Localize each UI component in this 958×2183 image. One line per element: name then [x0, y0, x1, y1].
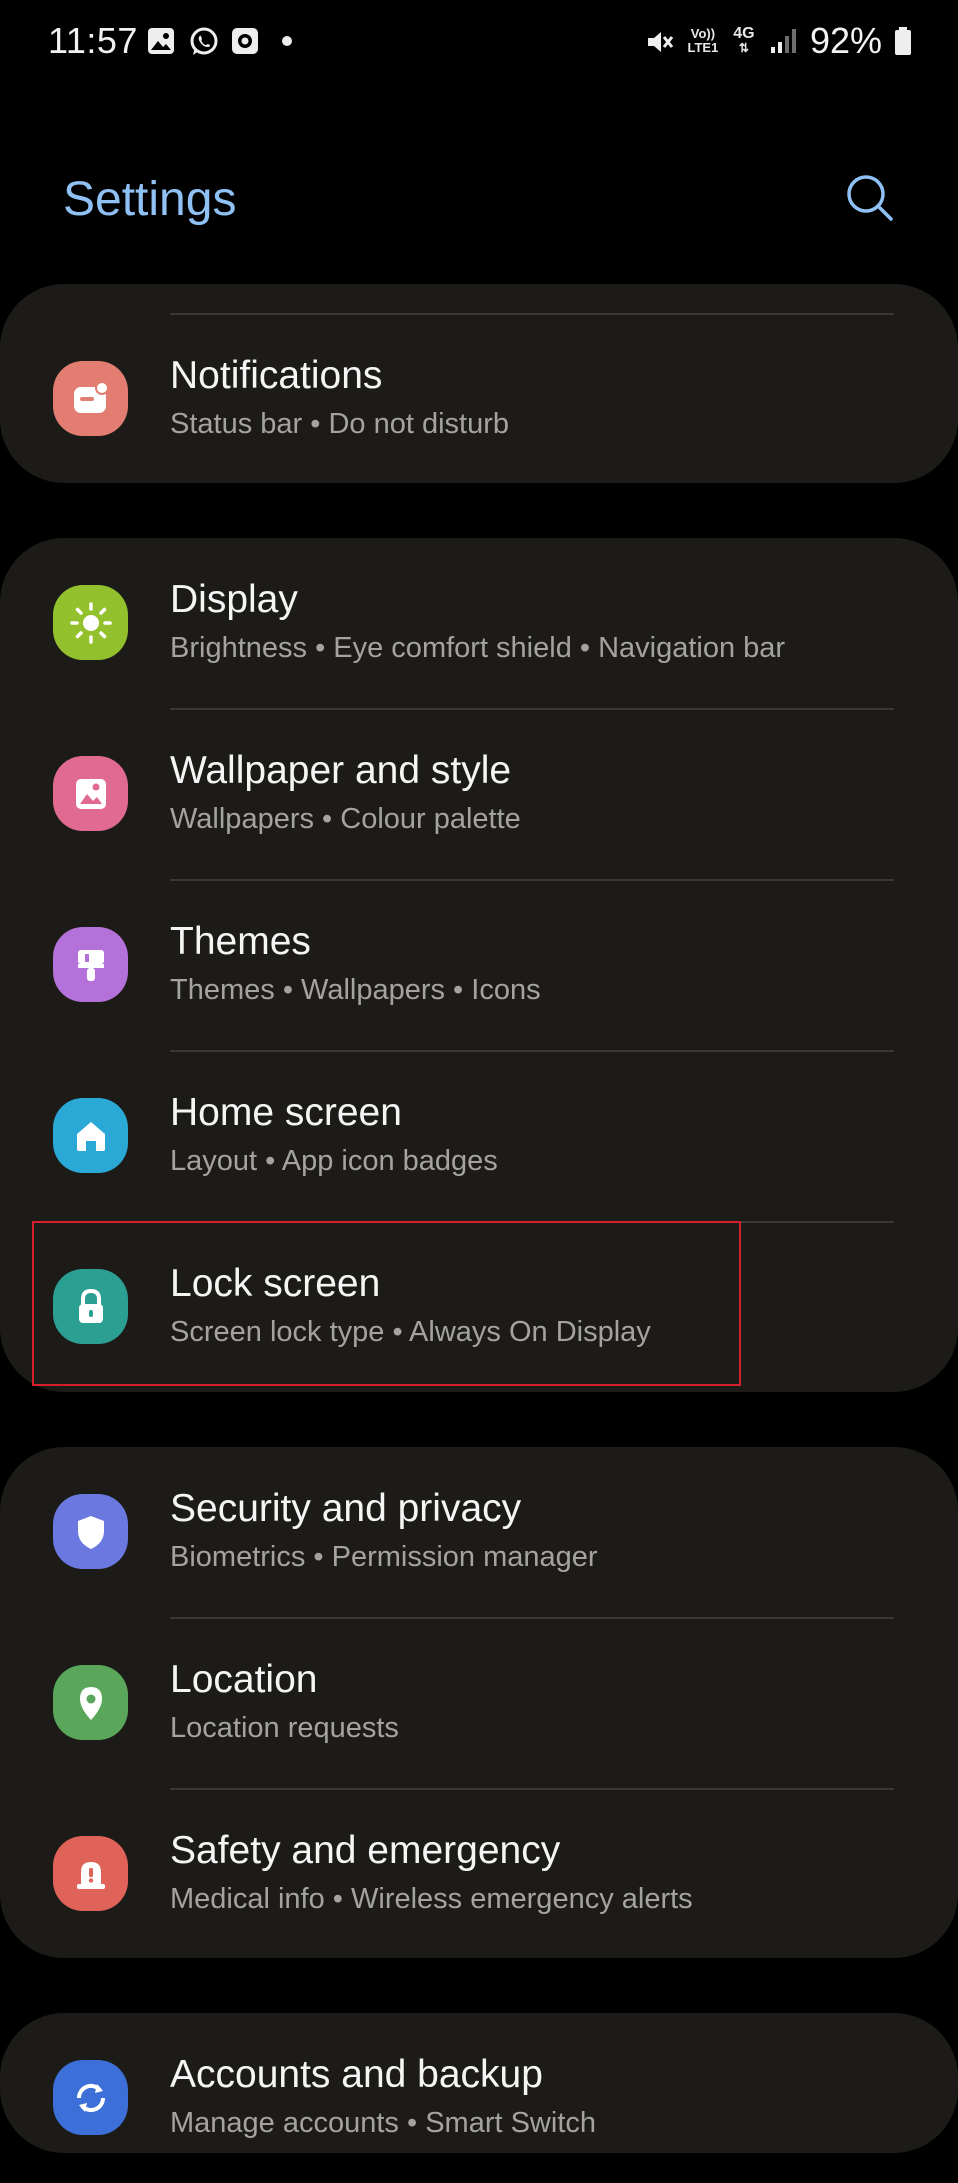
highlight-box [32, 1221, 741, 1386]
system-status-icons: Vo)) LTE1 4G ⇅ 92% [644, 20, 912, 62]
settings-item-security[interactable]: Security and privacy Biometrics • Permis… [0, 1447, 958, 1617]
gallery-icon [146, 26, 176, 56]
item-title: Home screen [170, 1091, 402, 1134]
settings-item-accounts[interactable]: Accounts and backup Manage accounts • Sm… [0, 2013, 958, 2183]
notifications-icon [53, 361, 128, 436]
settings-item-display[interactable]: Display Brightness • Eye comfort shield … [0, 538, 958, 708]
item-title: Notifications [170, 354, 383, 397]
notification-icons [146, 26, 302, 56]
settings-card-1: Notifications Status bar • Do not distur… [0, 284, 958, 483]
item-title: Display [170, 578, 298, 621]
search-icon [847, 175, 893, 221]
home-icon [53, 1098, 128, 1173]
brightness-icon [53, 585, 128, 660]
signal-icon [768, 26, 798, 56]
whatsapp-icon [188, 26, 218, 56]
battery-percent: 92% [809, 20, 882, 61]
wallpaper-icon [53, 756, 128, 831]
item-subtitle: Brightness • Eye comfort shield • Naviga… [170, 632, 786, 664]
item-title: Wallpaper and style [170, 749, 512, 792]
settings-item-location[interactable]: Location Location requests [0, 1618, 958, 1788]
page-title: Settings [63, 173, 237, 226]
settings-item-home-screen[interactable]: Home screen Layout • App icon badges [0, 1051, 958, 1221]
paint-brush-icon [53, 927, 128, 1002]
battery-icon [894, 26, 912, 56]
mute-icon [644, 26, 674, 56]
status-bar: 11:57 Vo)) LTE1 4G ⇅ 92% [0, 0, 958, 86]
item-title: Location [170, 1658, 318, 1701]
shield-icon [53, 1494, 128, 1569]
item-subtitle: Wallpapers • Colour palette [170, 803, 521, 835]
screen-recorder-icon [230, 26, 260, 56]
item-subtitle: Medical info • Wireless emergency alerts [170, 1883, 693, 1915]
settings-item-wallpaper[interactable]: Wallpaper and style Wallpapers • Colour … [0, 709, 958, 879]
item-title: Security and privacy [170, 1487, 522, 1530]
item-subtitle: Manage accounts • Smart Switch [170, 2107, 597, 2139]
settings-item-safety[interactable]: Safety and emergency Medical info • Wire… [0, 1789, 958, 1959]
dot-icon [272, 26, 302, 56]
emergency-icon [53, 1836, 128, 1911]
item-title: Safety and emergency [170, 1829, 561, 1872]
sync-icon [53, 2060, 128, 2135]
item-subtitle: Location requests [170, 1712, 399, 1744]
item-subtitle: Biometrics • Permission manager [170, 1541, 598, 1573]
item-title: Accounts and backup [170, 2053, 543, 2096]
location-pin-icon [53, 1665, 128, 1740]
settings-card-4: Accounts and backup Manage accounts • Sm… [0, 2013, 958, 2153]
network-4g-icon: 4G ⇅ [733, 25, 755, 56]
item-subtitle: Themes • Wallpapers • Icons [170, 974, 541, 1006]
settings-item-themes[interactable]: Themes Themes • Wallpapers • Icons [0, 880, 958, 1050]
network-label: 4G [733, 25, 755, 42]
item-subtitle: Layout • App icon badges [170, 1145, 498, 1177]
status-time: 11:57 [48, 20, 138, 61]
settings-card-3: Security and privacy Biometrics • Permis… [0, 1447, 958, 1958]
volte-icon: Vo)) LTE1 [687, 26, 719, 55]
item-title: Themes [170, 920, 311, 963]
settings-item-notifications[interactable]: Notifications Status bar • Do not distur… [0, 314, 958, 484]
search-button[interactable] [842, 170, 898, 226]
item-subtitle: Status bar • Do not disturb [170, 408, 509, 440]
